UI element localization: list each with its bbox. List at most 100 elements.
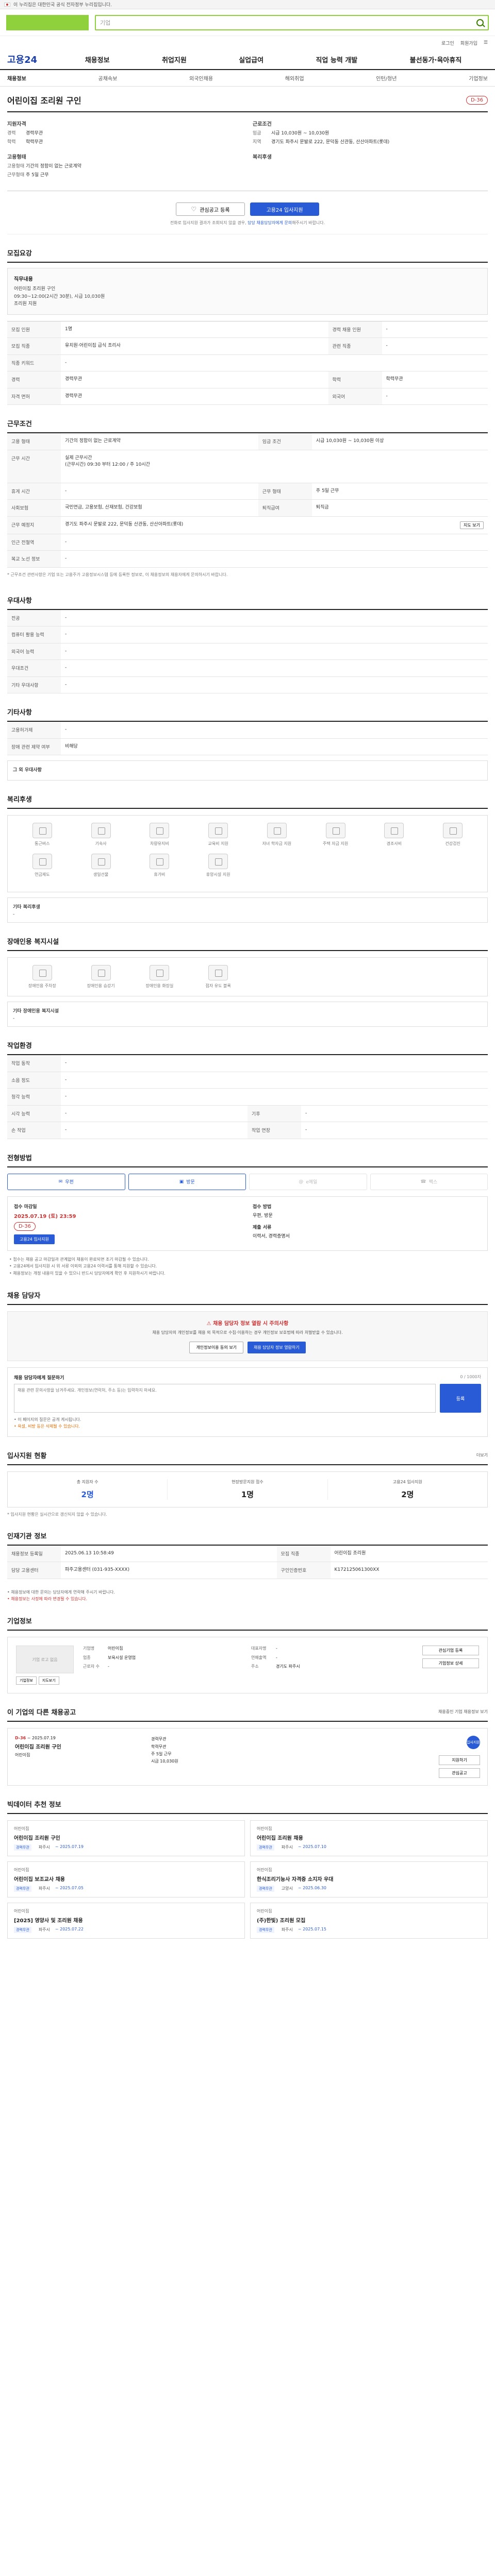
ov-key: 고용형태 [7, 164, 25, 170]
company-info-button[interactable]: 기업정보 [16, 1676, 37, 1685]
work-location: 경기도 파주시 문발로 222, 문덕동 산관동, 산산아파트(롯데) [65, 521, 184, 527]
rec-title[interactable]: [2025] 영양사 및 조리원 채용 [14, 1916, 238, 1924]
header: 기업 [0, 9, 495, 36]
stats-note: * 입사지원 현황은 실시간으로 갱신되지 않을 수 있습니다. [7, 1512, 107, 1517]
subnav-item-foreign[interactable]: 외국인채용 [189, 74, 213, 82]
global-nav: 고용24 채용정보 취업지원 실업급여 직업 능력 개발 불선동가·육아휴직 [0, 49, 495, 70]
qa-submit-button[interactable]: 등록 [440, 1384, 481, 1413]
other-job-card[interactable]: D-36 ~ 2025.07.19 어린이집 조리원 구인 어린이집 경력무관 … [7, 1728, 488, 1786]
welfare-group: 복리후생 [253, 152, 488, 160]
gnb-item-unemployment[interactable]: 실업급여 [239, 55, 263, 64]
alert-buttons: 개인정보이용 동의 보기 채용 담당자 정보 열람하기 [15, 1342, 480, 1354]
ov-value: 기간의 정함이 없는 근로계약 [26, 164, 81, 170]
recommend-card[interactable]: 어린이집 어린이집 조리원 채용 경력무관 파주시 ~ 2025.07.10 [250, 1820, 488, 1857]
stats-section: 입사지원 현황 더보기 총 지원자 수 2명 현장방문지원 접수 1명 고용24 입… [7, 1437, 488, 1517]
alert-text: 채용 담당자의 개인정보를 채용 외 목적으로 수집·이용하는 경우 개인정보 … [152, 1330, 343, 1335]
section-title: 기업정보 [7, 1616, 488, 1631]
td: 경력무관 [61, 371, 328, 388]
recommend-card[interactable]: 어린이집 [2025] 영양사 및 조리원 채용 경력무관 파주시 ~ 2025.0… [7, 1903, 245, 1939]
company-map-button[interactable]: 지도보기 [38, 1676, 59, 1685]
subnav-item-public[interactable]: 공채속보 [98, 74, 118, 82]
map-button[interactable]: 지도 보기 [460, 521, 484, 529]
privacy-view-button[interactable]: 개인정보이용 동의 보기 [189, 1342, 244, 1354]
td: - [382, 337, 488, 355]
method-label: 방문 [186, 1180, 195, 1185]
recommend-card[interactable]: 어린이집 어린이집 보조교사 채용 경력무관 파주시 ~ 2025.07.05 [7, 1861, 245, 1898]
search-icon[interactable] [476, 19, 484, 26]
other-job-apply-button[interactable]: 지원하기 [439, 1755, 480, 1766]
site-logo[interactable] [6, 14, 89, 30]
bus-icon [32, 823, 52, 839]
join-link[interactable]: 회원가입 [460, 40, 477, 46]
rec-title[interactable]: 어린이집 조리원 채용 [257, 1834, 481, 1841]
other-job-favorite-button[interactable]: 관심공고 [439, 1768, 480, 1778]
td: - [61, 722, 488, 739]
rec-title[interactable]: 한식조리기능사 자격증 소지자 우대 [257, 1875, 481, 1883]
gnb-item-employment-support[interactable]: 취업지원 [162, 55, 187, 64]
rec-location: 파주시 [38, 1927, 50, 1933]
company-right: 관심기업 등록 기업정보 상세 [422, 1646, 479, 1685]
favorite-company-button[interactable]: 관심기업 등록 [422, 1646, 479, 1656]
apply-detail: 접수 마감일 2025.07.19 (토) 23:59 D-36 고용24 입사… [7, 1196, 488, 1251]
welfare-label: 주택 자금 지원 [323, 841, 349, 846]
overview-line: 경력 경력무관 [7, 130, 242, 137]
section-title: 기타사항 [7, 707, 488, 722]
menu-icon[interactable]: ☰ [484, 40, 488, 45]
env-section: 작업환경 작업 동작 - 소음 정도 - 청각 능력 - 시각 능력 - 기후 - 손 작업… [7, 1027, 488, 1139]
gnb-item-leave[interactable]: 불선동가·육아휴직 [410, 55, 462, 64]
td: - [61, 354, 488, 372]
qa-notes: • 이 페이지의 질문은 공개 게시됩니다. • 욕설, 비방 등은 삭제될 수… [14, 1417, 481, 1430]
th: 자격 면허 [7, 388, 61, 405]
table-row: 복교 노선 정보 - [7, 550, 488, 568]
stats-header: 입사지원 현황 더보기 [7, 1450, 488, 1465]
note-link[interactable]: 담당 채용담당자에게 문의 [248, 221, 292, 225]
apply-button[interactable]: 고용24 입사지원 [250, 202, 319, 216]
building-icon: ▣ [179, 1179, 184, 1184]
recommend-card[interactable]: 어린이집 (주)한빛) 조리원 모집 경력무관 파주시 ~ 2025.07.15 [250, 1903, 488, 1939]
other-jobs-section: 이 기업의 다른 채용공고 채용중인 기업 채용정보 보기 D-36 ~ 202… [7, 1693, 488, 1786]
stats-more-link[interactable]: 더보기 [476, 1452, 488, 1458]
education-icon [208, 823, 228, 839]
other-job-line: 시급 10,030원 [151, 1759, 178, 1764]
rec-tag: 경력무관 [257, 1927, 274, 1934]
td: - [301, 1122, 488, 1139]
th: 복교 노선 정보 [7, 550, 61, 568]
gnb-item-jobs[interactable]: 채용정보 [85, 55, 110, 64]
stat-total: 총 지원자 수 2명 [8, 1479, 168, 1500]
search-input[interactable]: 기업 [95, 14, 489, 30]
recommend-card[interactable]: 어린이집 한식조리기능사 자격증 소지자 우대 경력무관 고양시 ~ 2025.06… [250, 1861, 488, 1898]
company-row: 근로자 수 - [83, 1664, 245, 1669]
contact-view-button[interactable]: 채용 담당자 정보 열람하기 [248, 1342, 306, 1354]
other-jobs-more-link[interactable]: 채용중인 기업 채용정보 보기 [438, 1709, 488, 1715]
subnav-item-company[interactable]: 기업정보 [469, 74, 488, 82]
login-link[interactable]: 로그인 [441, 40, 454, 46]
subnav-item-intern[interactable]: 인턴/청년 [376, 74, 397, 82]
method-fax: ☎ 팩스 [370, 1173, 488, 1190]
subnav-item-overseas[interactable]: 해외취업 [285, 74, 304, 82]
overview-line: 근무형태 주 5일 근무 [7, 172, 242, 179]
table-row: 외국어 능력 - [7, 643, 488, 660]
company-col: 기업명 어린이집 업종 보육시설 운영업 근로자 수 - [83, 1646, 245, 1685]
apply-detail-button[interactable]: 고용24 입사지원 [14, 1234, 55, 1244]
other-job-line: 주 5일 근무 [151, 1752, 172, 1757]
recommend-card[interactable]: 어린이집 어린이집 조리원 구인 경력무관 파주시 ~ 2025.07.19 [7, 1820, 245, 1857]
subnav-item-jobs[interactable]: 채용정보 [7, 74, 26, 82]
gnb-menu: 채용정보 취업지원 실업급여 직업 능력 개발 불선동가·육아휴직 [59, 55, 488, 64]
brand-name[interactable]: 고용24 [7, 53, 59, 66]
th: 경력 채용 인원 [328, 321, 382, 338]
apply-section: 전형방법 ✉ 우편 ▣ 방문 @ e메일 ☎ 팩스 접수 마감일 2025.07.19 … [7, 1139, 488, 1277]
method-label: e메일 [306, 1180, 318, 1185]
qa-textarea[interactable] [14, 1384, 436, 1413]
rec-location: 파주시 [38, 1845, 50, 1850]
favorite-button[interactable]: ♡ 관심공고 등록 [176, 202, 245, 216]
welfare-label: 건강검진 [445, 841, 460, 846]
stat-online: 고용24 입사지원 2명 [328, 1479, 487, 1500]
overview-line: 고용형태 기간의 정함이 없는 근로계약 [7, 163, 242, 170]
other-job-title[interactable]: 어린이집 조리원 구인 [15, 1742, 144, 1750]
gnb-item-training[interactable]: 직업 능력 개발 [316, 55, 357, 64]
rec-title[interactable]: 어린이집 조리원 구인 [14, 1834, 238, 1841]
rec-title[interactable]: 어린이집 보조교사 채용 [14, 1875, 238, 1883]
company-detail-button[interactable]: 기업정보 상세 [422, 1658, 479, 1669]
other-job-line: 학력무관 [151, 1744, 167, 1749]
rec-title[interactable]: (주)한빛) 조리원 모집 [257, 1916, 481, 1924]
